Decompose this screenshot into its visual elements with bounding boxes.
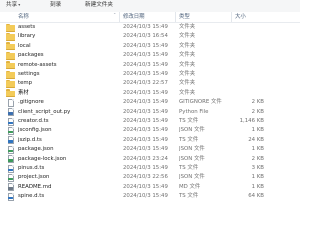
share-menu-button[interactable]: 共享▾ xyxy=(3,1,23,9)
ts-file-icon xyxy=(6,164,15,173)
file-icon xyxy=(6,98,15,107)
chevron-down-icon: ▾ xyxy=(18,2,21,7)
new-folder-button[interactable]: 新建文件夹 xyxy=(82,1,116,9)
ts-file-icon xyxy=(6,117,15,126)
folder-icon xyxy=(6,32,15,41)
column-name-label: 名称 xyxy=(18,14,29,20)
json-file-icon xyxy=(6,173,15,182)
folder-icon xyxy=(6,51,15,60)
python-file-icon xyxy=(6,108,15,117)
ts-file-icon xyxy=(6,136,15,145)
burn-button[interactable]: 刻录 xyxy=(47,1,64,9)
folder-icon xyxy=(6,79,15,88)
sort-ascending-icon: ⌃ xyxy=(113,12,117,17)
folder-icon xyxy=(6,61,15,70)
share-label: 共享 xyxy=(6,2,18,8)
folder-icon xyxy=(6,89,15,98)
json-file-icon xyxy=(6,155,15,164)
column-date-label: 修改日期 xyxy=(123,14,145,20)
file-modified-date: 2024/10/3 15:49 xyxy=(123,193,168,200)
folder-icon xyxy=(6,42,15,51)
markdown-file-icon xyxy=(6,183,15,192)
folder-icon xyxy=(6,70,15,79)
new-folder-label: 新建文件夹 xyxy=(85,2,113,8)
column-size-label: 大小 xyxy=(235,14,246,20)
column-size-header[interactable]: 大小 xyxy=(232,12,300,22)
json-file-icon xyxy=(6,126,15,135)
file-size: 64 KB xyxy=(248,193,264,200)
column-type-header[interactable]: 类型 xyxy=(176,12,232,22)
file-row[interactable]: spine.d.ts 2024/10/3 15:49 TS 文件 64 KB xyxy=(0,191,300,202)
column-type-label: 类型 xyxy=(179,14,190,20)
folder-icon xyxy=(6,23,15,32)
burn-label: 刻录 xyxy=(50,2,62,8)
json-file-icon xyxy=(6,145,15,154)
file-name: spine.d.ts xyxy=(18,193,45,200)
ts-file-icon xyxy=(6,192,15,201)
column-date-header[interactable]: 修改日期 xyxy=(120,12,176,22)
column-name-header[interactable]: 名称 ⌃ xyxy=(0,12,120,22)
